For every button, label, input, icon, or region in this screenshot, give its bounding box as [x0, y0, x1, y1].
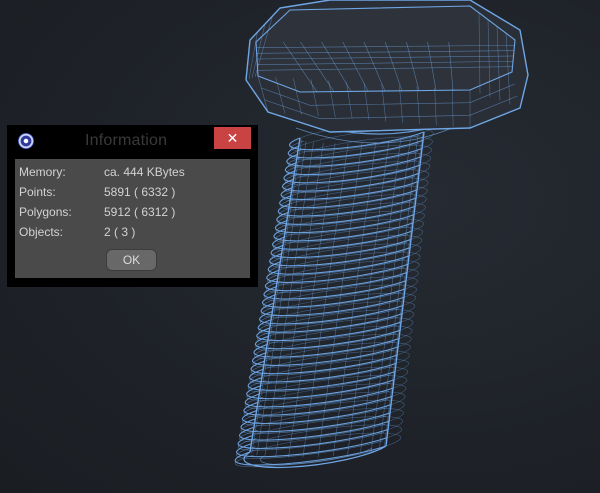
memory-label: Memory:	[19, 165, 66, 179]
polygons-value: 5912 ( 6312 )	[104, 205, 176, 219]
polygons-label: Polygons:	[19, 205, 72, 219]
close-icon: ✕	[226, 130, 239, 146]
dialog-content: Memory: ca. 444 KBytes Points: 5891 ( 63…	[15, 159, 250, 278]
memory-value: ca. 444 KBytes	[104, 165, 185, 179]
points-label: Points:	[19, 185, 56, 199]
dialog-title: Information	[85, 132, 168, 149]
dialog-titlebar[interactable]: Information ✕	[7, 125, 258, 157]
close-button[interactable]: ✕	[214, 127, 251, 149]
cinema4d-logo-icon	[18, 133, 34, 149]
objects-value: 2 ( 3 )	[104, 225, 136, 239]
objects-label: Objects:	[19, 225, 64, 239]
information-dialog: Information ✕ Memory: ca. 444 KBytes Poi…	[7, 125, 258, 287]
points-value: 5891 ( 6332 )	[104, 185, 176, 199]
ok-button[interactable]: OK	[106, 249, 157, 271]
